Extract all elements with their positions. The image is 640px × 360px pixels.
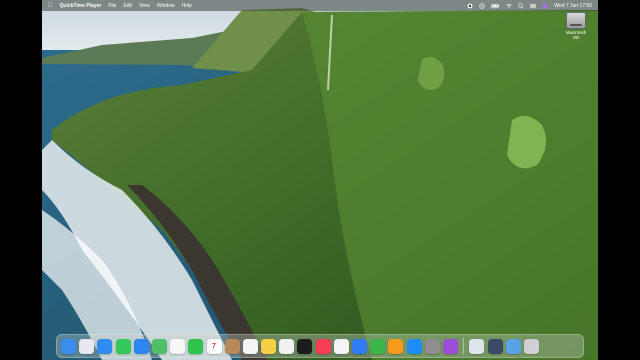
desktop-screen:  QuickTime Player File Edit View Window…	[42, 0, 598, 360]
dock: 7	[56, 334, 584, 358]
disk-label: Macintosh HD	[565, 30, 587, 40]
numbers-icon[interactable]	[370, 338, 386, 354]
preview-icon[interactable]	[469, 338, 485, 354]
messages-icon[interactable]	[115, 338, 131, 354]
menu-view[interactable]: View	[139, 3, 150, 9]
play-status-icon[interactable]	[479, 2, 485, 9]
dock-separator	[463, 338, 465, 354]
freeform-icon[interactable]	[279, 338, 295, 354]
menu-edit[interactable]: Edit	[123, 3, 132, 9]
keynote-icon[interactable]	[352, 338, 367, 354]
app-store-icon[interactable]	[406, 338, 422, 354]
app-menu[interactable]: QuickTime Player	[60, 3, 102, 9]
system-settings-icon[interactable]	[424, 338, 440, 354]
calendar-icon[interactable]: 7	[206, 338, 222, 354]
spotlight-search-icon[interactable]	[518, 2, 524, 9]
facetime-icon[interactable]	[188, 338, 204, 354]
finder-icon[interactable]	[61, 338, 76, 354]
safari-icon[interactable]	[97, 338, 113, 354]
launchpad-icon[interactable]	[79, 338, 95, 354]
menubar-clock[interactable]: Wed 7 Jun 17:50	[554, 3, 592, 9]
menu-file[interactable]: File	[108, 3, 116, 9]
news-icon[interactable]	[333, 338, 349, 354]
podcasts-icon[interactable]	[442, 338, 458, 354]
tv-icon[interactable]	[297, 338, 313, 354]
downloads-folder-icon[interactable]	[505, 338, 521, 354]
music-icon[interactable]	[315, 338, 331, 354]
menu-window[interactable]: Window	[157, 3, 175, 9]
mail-icon[interactable]	[133, 338, 149, 354]
contacts-icon[interactable]	[224, 338, 240, 354]
menu-bar:  QuickTime Player File Edit View Window…	[42, 0, 598, 11]
notes-icon[interactable]	[261, 338, 277, 354]
desktop-disk-macintosh-hd[interactable]: Macintosh HD	[562, 12, 590, 40]
pages-icon[interactable]	[388, 338, 404, 354]
apple-menu-icon[interactable]: 	[48, 3, 53, 9]
menu-help[interactable]: Help	[182, 3, 192, 9]
record-status-icon[interactable]	[467, 3, 473, 9]
photos-icon[interactable]	[170, 338, 186, 354]
reminders-icon[interactable]	[242, 338, 258, 354]
maps-icon[interactable]	[151, 338, 167, 354]
wifi-icon[interactable]	[506, 3, 512, 9]
hard-drive-icon	[566, 12, 586, 29]
quicktime-icon[interactable]	[487, 338, 503, 354]
control-center-icon[interactable]	[530, 3, 536, 9]
battery-icon[interactable]	[491, 3, 500, 9]
siri-icon[interactable]	[542, 3, 548, 9]
desktop-wallpaper	[42, 0, 598, 360]
trash-icon[interactable]	[523, 338, 539, 354]
